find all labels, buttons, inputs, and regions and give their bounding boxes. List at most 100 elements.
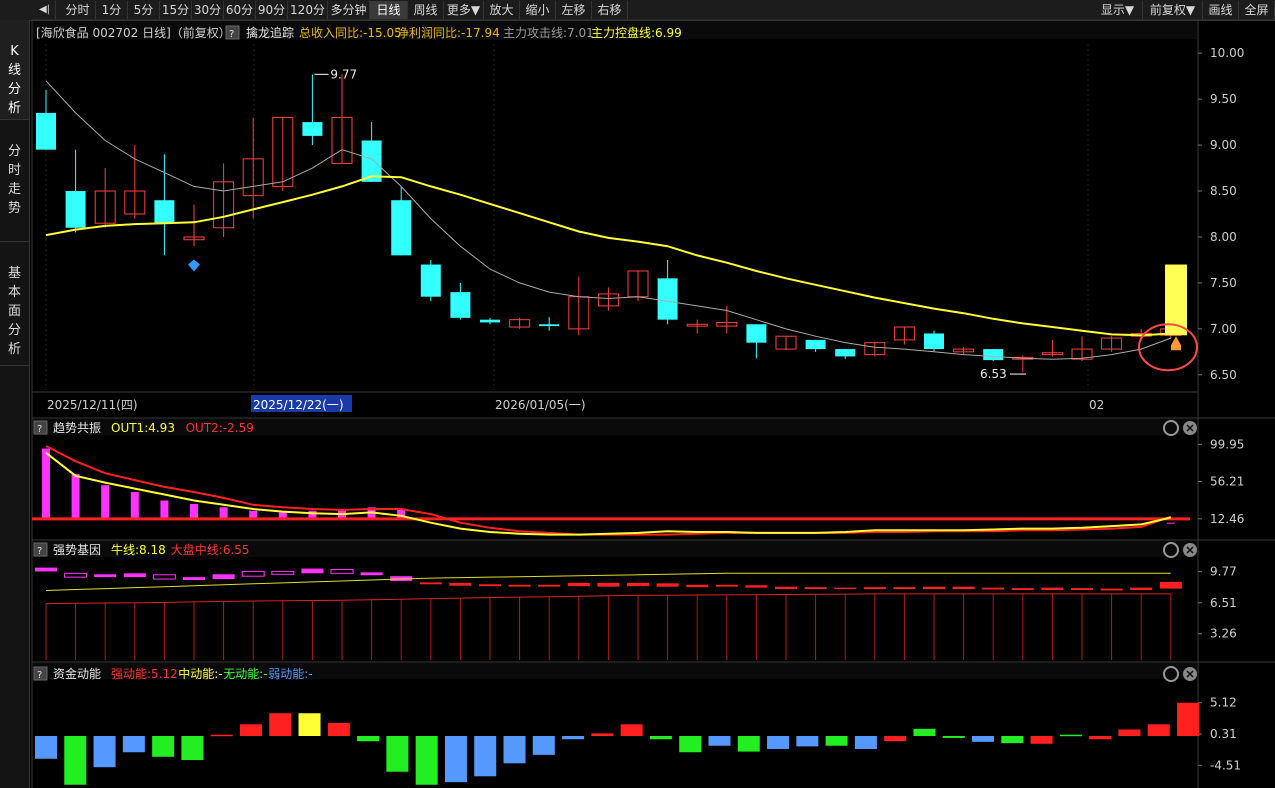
p3-box <box>449 582 472 586</box>
p3-box <box>1100 588 1123 591</box>
p4-bar <box>591 733 614 736</box>
p2-bar <box>190 503 198 519</box>
panel4-field-1: 中动能:- <box>178 666 222 681</box>
candle-body <box>391 200 412 256</box>
candle-body <box>450 292 471 318</box>
p3-box <box>656 583 679 587</box>
panel2-field-0: OUT1:4.93 <box>111 421 175 435</box>
candle-body <box>983 349 1004 361</box>
rocket-icon <box>1171 336 1181 351</box>
p4-bar <box>737 736 760 752</box>
p3-box <box>686 584 709 588</box>
p4-bar <box>357 736 380 742</box>
p4-bar <box>532 736 555 755</box>
p3-axis-label: 6.51 <box>1210 596 1237 610</box>
candle-body <box>539 324 560 327</box>
p4-bar <box>239 724 262 736</box>
p4-axis-label: -4.51 <box>1210 758 1241 772</box>
panel2-name: 趋势共振 <box>53 421 101 435</box>
p4-bar <box>415 736 438 785</box>
p3-box <box>94 574 117 578</box>
candle-body <box>36 112 56 150</box>
p2-bar <box>42 448 50 519</box>
p4-bar <box>181 736 204 761</box>
p3-box <box>64 572 88 578</box>
panel4-field-3: 弱动能:- <box>268 667 312 681</box>
price-axis-label: 9.00 <box>1210 138 1237 152</box>
p3-box <box>567 582 590 587</box>
p3-box <box>597 582 620 587</box>
p4-bar <box>1147 724 1170 736</box>
p3-box <box>863 587 886 590</box>
p2-axis-label: 56.21 <box>1210 475 1244 489</box>
p4-bar <box>854 736 877 749</box>
p3-box <box>775 586 797 590</box>
p4-bar <box>649 736 672 740</box>
help-text: ? <box>37 670 42 681</box>
p4-bar <box>503 736 526 764</box>
p3-box <box>952 586 975 590</box>
help-text: ? <box>37 546 42 557</box>
price-axis-label: 8.50 <box>1210 184 1237 198</box>
p4-bar <box>210 734 233 737</box>
p4-bar <box>64 736 87 785</box>
p3-box <box>123 573 146 578</box>
indicator-name: 擒龙追踪 <box>246 25 294 40</box>
p3-box <box>271 570 295 575</box>
p4-axis-label: 0.31 <box>1210 727 1237 741</box>
price-axis-label: 7.00 <box>1210 322 1237 336</box>
p4-bar <box>796 736 819 747</box>
candle-body <box>302 122 323 136</box>
p3-box <box>982 587 1005 590</box>
p3-box <box>893 587 916 590</box>
date-label-3: 02 <box>1089 398 1104 412</box>
main-field-0: 总收入同比:-15.05 <box>299 26 402 40</box>
price-axis-label: 10.00 <box>1210 46 1244 60</box>
candle-body <box>924 333 944 350</box>
p4-bar <box>562 736 585 740</box>
p2-axis-label: 12.46 <box>1210 512 1244 526</box>
p3-box <box>241 570 265 577</box>
candle-body <box>154 200 175 224</box>
date-label-1: 2025/12/22(一) <box>253 398 344 412</box>
p4-bar <box>1059 734 1082 737</box>
candle-body <box>835 349 856 357</box>
price-axis-label: 9.50 <box>1210 92 1237 106</box>
p3-box <box>330 569 354 574</box>
p3-box <box>1041 587 1064 590</box>
p3-box <box>419 582 442 585</box>
p4-bar <box>942 736 965 738</box>
ma-slow-line <box>45 175 1171 337</box>
p4-bar <box>767 736 790 749</box>
diamond-icon <box>188 259 200 272</box>
p3-box <box>627 582 649 587</box>
p4-bar <box>298 713 321 736</box>
p2-out2-line <box>45 445 1172 536</box>
chart-stage: [海欣食品 002702 日线]（前复权）? 擒龙追踪 总收入同比:-15.05净利… <box>31 19 1275 788</box>
p4-bar <box>708 736 731 746</box>
p4-bar <box>35 736 57 759</box>
main-field-1: 净利润同比:-17.94 <box>397 26 500 40</box>
p4-bar <box>93 736 116 768</box>
ma-fast-line <box>45 80 1171 360</box>
p4-bar <box>1030 736 1053 744</box>
p2-axis-label: 99.95 <box>1210 437 1244 451</box>
p3-box <box>360 572 383 576</box>
p4-bar <box>620 724 643 736</box>
panel4-name: 资金动能 <box>53 666 101 681</box>
p4-bar <box>269 713 292 736</box>
p4-axis-label: 5.12 <box>1210 696 1237 710</box>
panel2-field-1: OUT2:-2.59 <box>186 421 254 435</box>
panel4-field-2: 无动能:- <box>223 667 267 681</box>
main-header-title: [海欣食品 002702 日线]（前复权） <box>36 25 231 40</box>
p3-box <box>1071 588 1093 590</box>
date-label-2: 2026/01/05(一) <box>495 398 586 412</box>
p4-bar <box>1118 729 1141 736</box>
p4-bar <box>913 728 936 736</box>
p4-bar <box>679 736 702 753</box>
p2-bar <box>160 500 169 519</box>
p4-bar <box>972 736 995 742</box>
high-label: 9.77 <box>330 67 357 81</box>
p3-box <box>745 585 768 588</box>
p3-box <box>923 586 945 590</box>
